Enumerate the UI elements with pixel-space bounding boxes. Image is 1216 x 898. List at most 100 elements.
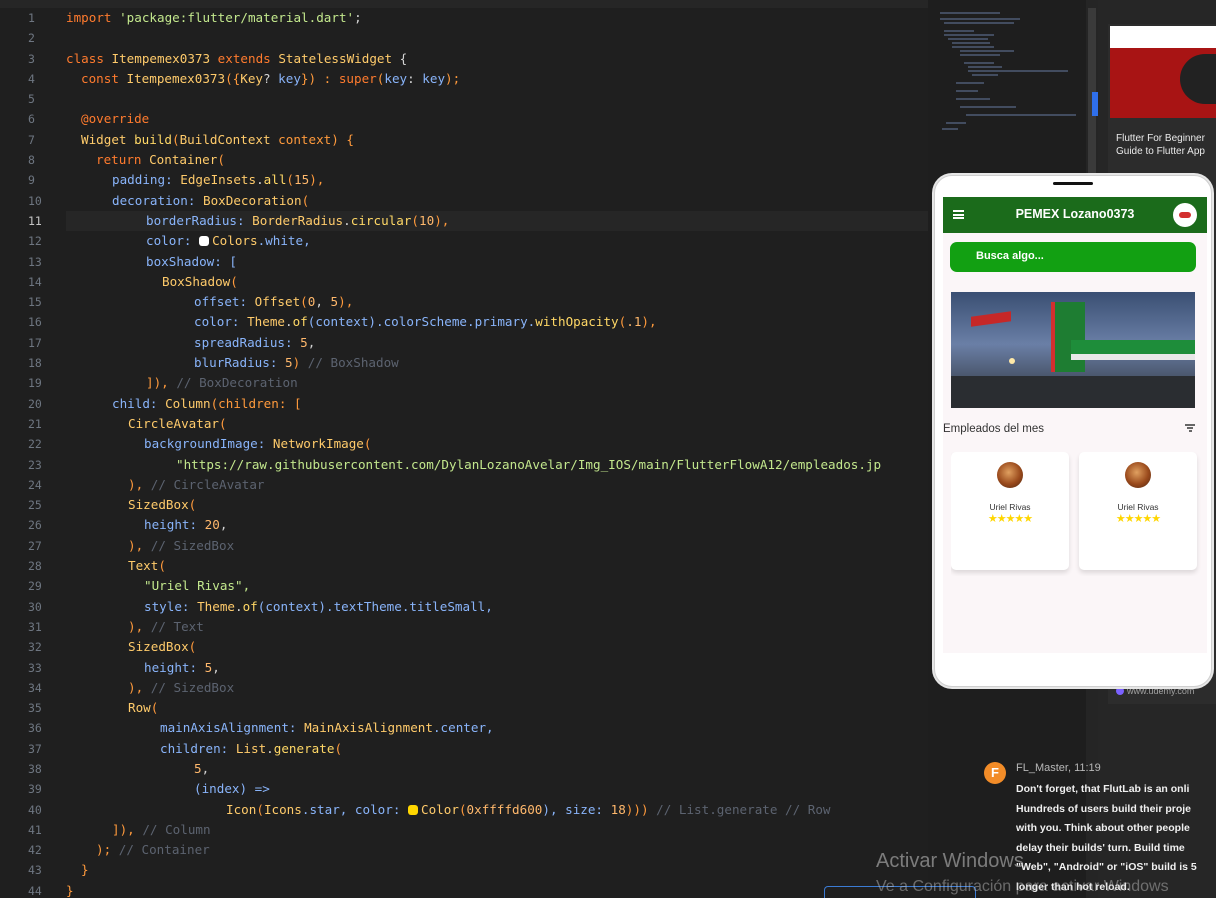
code-line-8: return Container( bbox=[96, 152, 225, 168]
code-line-17: spreadRadius: 5, bbox=[194, 334, 316, 350]
employee-name: Uriel Rivas bbox=[989, 502, 1031, 512]
line-number: 38 bbox=[28, 761, 42, 776]
line-number: 29 bbox=[28, 579, 42, 594]
line-number: 26 bbox=[28, 518, 42, 533]
code-line-43: } bbox=[81, 862, 89, 878]
line-number: 14 bbox=[28, 274, 42, 289]
line-number: 27 bbox=[28, 538, 42, 553]
code-line-23: "https://raw.githubusercontent.com/Dylan… bbox=[176, 456, 882, 472]
code-line-37: children: List.generate( bbox=[160, 740, 343, 756]
minimap[interactable] bbox=[936, 10, 1086, 140]
code-line-41: ]), // Column bbox=[112, 821, 211, 837]
line-number: 22 bbox=[28, 437, 42, 452]
line-number: 3 bbox=[28, 51, 35, 66]
code-line-13: boxShadow: [ bbox=[146, 253, 237, 269]
employee-cards[interactable]: Uriel Rivas ★★★★★ Uriel Rivas ★★★★★ bbox=[951, 452, 1207, 576]
line-number: 35 bbox=[28, 701, 42, 716]
line-number: 19 bbox=[28, 376, 42, 391]
line-number: 5 bbox=[28, 92, 35, 107]
line-number: 16 bbox=[28, 315, 42, 330]
star-rating-icon: ★★★★★ bbox=[1115, 512, 1161, 525]
code-line-12: color: Colors.white, bbox=[146, 233, 311, 249]
pemex-logo-icon[interactable] bbox=[1173, 203, 1197, 227]
employee-card[interactable]: Uriel Rivas ★★★★★ bbox=[951, 452, 1069, 570]
code-line-35: Row( bbox=[128, 700, 159, 716]
code-line-39: (index) => bbox=[194, 781, 270, 797]
filter-icon[interactable] bbox=[1185, 424, 1195, 432]
code-line-7: Widget build(BuildContext context) { bbox=[81, 131, 354, 147]
employee-card[interactable]: Uriel Rivas ★★★★★ bbox=[1079, 452, 1197, 570]
line-number: 33 bbox=[28, 660, 42, 675]
chat-author: FL_Master, 11:19 bbox=[1016, 762, 1101, 774]
line-number: 23 bbox=[28, 457, 42, 472]
line-number: 2 bbox=[28, 31, 35, 46]
code-line-15: offset: Offset(0, 5), bbox=[194, 294, 354, 310]
line-number: 6 bbox=[28, 112, 35, 127]
line-number: 37 bbox=[28, 741, 42, 756]
station-image bbox=[951, 292, 1195, 408]
employee-name: Uriel Rivas bbox=[1117, 502, 1159, 512]
code-line-21: CircleAvatar( bbox=[128, 415, 227, 431]
code-line-11: borderRadius: BorderRadius.circular(10), bbox=[66, 210, 928, 232]
star-rating-icon: ★★★★★ bbox=[987, 512, 1033, 525]
code-area[interactable]: import 'package:flutter/material.dart'; … bbox=[66, 8, 928, 898]
line-number: 15 bbox=[28, 295, 42, 310]
line-number: 18 bbox=[28, 356, 42, 371]
line-number: 1 bbox=[28, 11, 35, 25]
phone-notch bbox=[1053, 182, 1093, 185]
code-editor[interactable]: 1 2 3 4 5 6 7 8 9 10 11 12 13 14 15 16 17 18 19 20 21 22 23 24 2… bbox=[0, 0, 928, 898]
code-line-31: ), // Text bbox=[128, 618, 204, 634]
code-line-40: Icon(Icons.star, color: Color(0xffffd600… bbox=[226, 801, 831, 817]
search-button[interactable]: Busca algo... bbox=[950, 242, 1196, 272]
code-line-1: import 'package:flutter/material.dart'; bbox=[66, 10, 362, 25]
line-number-gutter: 1 2 3 4 5 6 7 8 9 10 11 12 13 14 15 16 17 18 19 20 21 22 23 24 2… bbox=[0, 8, 58, 898]
code-line-24: ), // CircleAvatar bbox=[128, 476, 265, 492]
code-line-29: "Uriel Rivas", bbox=[144, 578, 251, 594]
chat-avatar: F bbox=[984, 762, 1006, 784]
line-number: 44 bbox=[28, 883, 42, 898]
app-bar: PEMEX Lozano0373 bbox=[943, 197, 1207, 233]
code-line-20: child: Column(children: [ bbox=[112, 395, 302, 411]
code-line-19: ]), // BoxDecoration bbox=[146, 375, 298, 391]
line-number: 7 bbox=[28, 132, 35, 147]
editor-top-strip bbox=[0, 0, 928, 8]
line-number: 40 bbox=[28, 802, 42, 817]
line-number: 36 bbox=[28, 721, 42, 736]
line-number: 8 bbox=[28, 153, 35, 168]
code-line-27: ), // SizedBox bbox=[128, 537, 235, 553]
code-line-32: SizedBox( bbox=[128, 639, 197, 655]
color-swatch-yellow[interactable] bbox=[408, 804, 419, 815]
code-line-42: ); // Container bbox=[96, 842, 210, 858]
panel-marker bbox=[1092, 92, 1098, 116]
line-number: 43 bbox=[28, 863, 42, 878]
ad-title[interactable]: Flutter For Beginner Guide to Flutter Ap… bbox=[1116, 132, 1216, 158]
ad-link[interactable]: www.udemy.com bbox=[1116, 686, 1194, 696]
code-line-30: style: Theme.of(context).textTheme.title… bbox=[144, 598, 493, 614]
section-title: Empleados del mes bbox=[943, 423, 1044, 435]
line-number: 34 bbox=[28, 680, 42, 695]
line-number: 25 bbox=[28, 498, 42, 513]
line-number: 24 bbox=[28, 477, 42, 492]
code-line-26: height: 20, bbox=[144, 517, 228, 533]
app-title: PEMEX Lozano0373 bbox=[1015, 207, 1135, 221]
code-line-22: backgroundImage: NetworkImage( bbox=[144, 436, 372, 452]
app-screen: Busca algo... Empleados del mes Uriel Ri… bbox=[943, 233, 1207, 653]
line-number: 31 bbox=[28, 619, 42, 634]
color-swatch-white[interactable] bbox=[199, 236, 210, 247]
code-line-18: blurRadius: 5) // BoxShadow bbox=[194, 355, 399, 371]
line-number: 10 bbox=[28, 193, 42, 208]
line-number: 20 bbox=[28, 396, 42, 411]
ad-image[interactable] bbox=[1110, 26, 1216, 118]
code-line-9: padding: EdgeInsets.all(15), bbox=[112, 172, 325, 188]
activation-watermark-sub: Ve a Configuración para activar Windows bbox=[876, 878, 1169, 895]
line-number: 17 bbox=[28, 335, 42, 350]
line-number: 13 bbox=[28, 254, 42, 269]
code-line-6: @override bbox=[81, 111, 150, 127]
employee-avatar bbox=[1125, 462, 1151, 488]
code-line-28: Text( bbox=[128, 558, 166, 574]
line-number: 12 bbox=[28, 234, 42, 249]
code-line-44: } bbox=[66, 882, 74, 898]
line-number: 39 bbox=[28, 782, 42, 797]
